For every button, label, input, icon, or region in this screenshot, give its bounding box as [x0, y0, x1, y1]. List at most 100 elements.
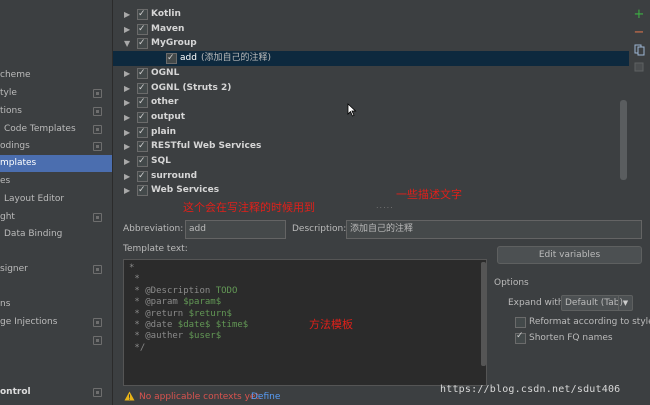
template-checkbox[interactable] [137, 36, 148, 51]
reformat-checkbox[interactable] [515, 317, 526, 328]
template-checkbox[interactable] [137, 95, 148, 110]
template-name: surround [151, 170, 198, 181]
sidebar-item[interactable]: ontrol [0, 384, 112, 401]
template-group[interactable]: ▶ SQL [113, 154, 629, 169]
project-settings-icon [93, 265, 102, 274]
sidebar-item[interactable]: cheme [0, 67, 112, 84]
template-checkbox[interactable] [166, 51, 177, 66]
sidebar-item[interactable]: ge Injections [0, 314, 112, 331]
options-title: Options [494, 278, 529, 288]
sidebar-item-label: es [0, 176, 11, 186]
template-item[interactable]: add(添加自己的注释) [113, 51, 629, 67]
template-checkbox[interactable] [137, 81, 148, 96]
template-checkbox[interactable] [137, 110, 148, 125]
template-checkbox[interactable] [137, 169, 148, 184]
chevron-right-icon[interactable]: ▶ [124, 169, 130, 184]
template-text-editor[interactable]: * * * @Description TODO * @param $param$… [123, 259, 487, 386]
sidebar-item[interactable] [0, 332, 112, 349]
abbreviation-input[interactable]: add [185, 220, 286, 239]
code-value: $user$ [183, 331, 222, 342]
template-checkbox[interactable] [137, 7, 148, 22]
code-prefix: * [129, 320, 146, 330]
shorten-fq-names-checkbox[interactable] [515, 331, 526, 344]
chevron-right-icon[interactable]: ▶ [124, 7, 130, 22]
template-group[interactable]: ▶ plain [113, 125, 629, 140]
template-group[interactable]: ▶ output [113, 110, 629, 125]
code-value: TODO [210, 285, 238, 296]
project-settings-icon [93, 125, 102, 134]
chevron-right-icon[interactable]: ▶ [124, 139, 130, 154]
code-prefix: */ [129, 342, 146, 353]
tree-toolbar: + − [629, 0, 650, 206]
code-value: $return$ [183, 308, 232, 319]
template-text-label: Template text: [123, 244, 188, 254]
sidebar-item[interactable]: odings [0, 138, 112, 155]
template-name: OGNL [151, 67, 180, 78]
sidebar-item[interactable]: signer [0, 261, 112, 278]
remove-icon[interactable]: − [632, 26, 646, 40]
editor-scrollbar[interactable] [481, 262, 486, 366]
expand-with-label: Expand with [508, 298, 564, 308]
description-input[interactable]: 添加自己的注释 [346, 220, 642, 239]
template-checkbox[interactable] [137, 22, 148, 37]
sidebar-item[interactable]: Layout Editor [0, 191, 112, 208]
template-checkbox[interactable] [137, 183, 148, 198]
chevron-right-icon[interactable]: ▶ [124, 66, 130, 81]
template-label: output [151, 110, 185, 125]
sidebar-item[interactable]: tyle [0, 85, 112, 102]
sidebar-item[interactable]: mplates [0, 155, 112, 172]
code-prefix: * [129, 331, 146, 342]
template-group[interactable]: ▶ OGNL [113, 66, 629, 81]
sidebar-item[interactable]: Data Binding [0, 226, 112, 243]
sidebar-item-label: tyle [0, 88, 17, 98]
template-name: other [151, 97, 179, 108]
expand-with-select[interactable]: Default (Tab) ▼ [561, 295, 633, 311]
sidebar-item[interactable]: es [0, 173, 112, 190]
sidebar-item[interactable]: ght [0, 209, 112, 226]
chevron-right-icon[interactable]: ▶ [124, 183, 130, 198]
template-checkbox[interactable] [137, 125, 148, 140]
template-checkbox[interactable] [137, 66, 148, 81]
chevron-right-icon[interactable]: ▶ [124, 110, 130, 125]
sidebar-item[interactable]: ns [0, 296, 112, 313]
tree-scrollbar[interactable] [620, 100, 627, 180]
template-name: MyGroup [151, 38, 197, 49]
project-settings-icon [93, 388, 102, 397]
sidebar-item[interactable]: Code Templates [0, 121, 112, 138]
abbreviation-label: Abbreviation: [123, 224, 184, 234]
project-settings-icon [93, 107, 102, 116]
template-group[interactable]: ▶ Maven [113, 22, 629, 37]
template-group[interactable]: ▶ Web Services [113, 183, 629, 198]
template-group[interactable]: ▶ RESTful Web Services [113, 139, 629, 154]
chevron-right-icon[interactable]: ▶ [124, 22, 130, 37]
template-name: RESTful Web Services [151, 141, 262, 152]
project-settings-icon [93, 89, 102, 98]
project-settings-icon [93, 213, 102, 222]
template-checkbox[interactable] [137, 139, 148, 154]
template-name: plain [151, 126, 177, 137]
annotation-template: 方法模板 [309, 318, 353, 331]
template-label: other [151, 95, 178, 110]
restore-icon[interactable] [632, 62, 646, 76]
template-group[interactable]: ▶ surround [113, 169, 629, 184]
add-icon[interactable]: + [632, 8, 646, 22]
template-checkbox[interactable] [137, 154, 148, 169]
chevron-right-icon[interactable]: ▶ [124, 95, 130, 110]
splitter-grip-icon[interactable]: ..... [376, 201, 394, 210]
settings-sidebar: cheme tyle tions Code Templates odings mplate… [0, 0, 113, 405]
template-group[interactable]: ▶ other [113, 95, 629, 110]
template-group[interactable]: ▼ MyGroup [113, 36, 629, 51]
define-context-link[interactable]: Define [251, 392, 280, 402]
chevron-right-icon[interactable]: ▶ [124, 154, 130, 169]
code-tag: @auther [145, 331, 184, 342]
template-group[interactable]: ▶ Kotlin [113, 7, 629, 22]
chevron-down-icon[interactable]: ▼ [124, 36, 130, 51]
edit-variables-button[interactable]: Edit variables [497, 246, 642, 264]
template-group[interactable]: ▶ OGNL (Struts 2) [113, 81, 629, 96]
copy-icon[interactable] [632, 44, 646, 58]
chevron-right-icon[interactable]: ▶ [124, 125, 130, 140]
project-settings-icon [93, 318, 102, 327]
chevron-right-icon[interactable]: ▶ [124, 81, 130, 96]
template-label: Web Services [151, 183, 219, 198]
sidebar-item[interactable]: tions [0, 103, 112, 120]
